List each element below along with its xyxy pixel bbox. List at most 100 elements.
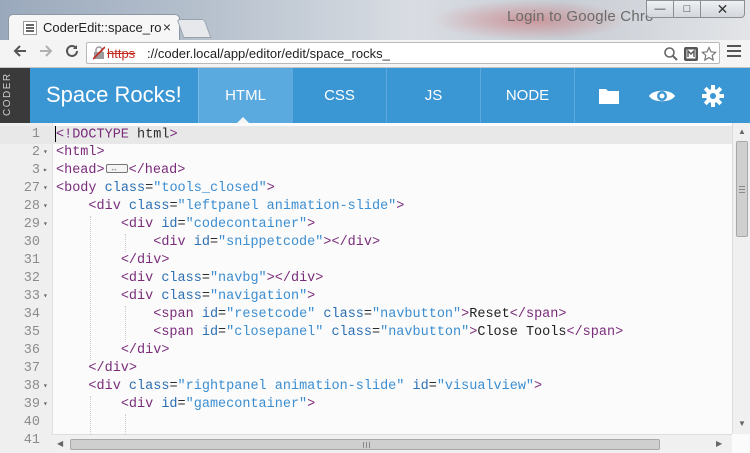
code-line[interactable]: 32 <div class="navbg"></div> [0,270,732,288]
zoom-icon[interactable] [663,46,679,62]
fold-expanded-icon[interactable]: ▾ [43,396,48,414]
line-number: 32 [23,271,40,286]
line-number: 35 [23,325,40,340]
fold-expanded-icon[interactable]: ▾ [43,180,48,198]
fold-expanded-icon[interactable]: ▾ [43,144,48,162]
line-number: 2 [31,145,40,160]
gear-icon[interactable] [701,84,725,108]
tab-js[interactable]: JS [386,68,480,123]
code-line[interactable]: 3▸ <head></head> [0,161,732,180]
reload-icon[interactable] [62,43,82,63]
code-line[interactable]: 35 <span id="closepanel" class="navbutto… [0,324,732,342]
scroll-right-arrow-icon[interactable]: ▶ [716,439,722,448]
line-number: 31 [23,253,40,268]
tab-close-icon[interactable]: × [163,19,171,35]
coder-side-strip[interactable]: CODER [0,68,30,123]
forward-arrow-icon[interactable] [36,43,56,63]
collapsed-fold-marker[interactable] [105,161,128,179]
bookmark-star-icon[interactable] [701,46,717,62]
code-text: <div class="navbg"></div> [120,271,324,286]
maximize-button[interactable]: □ [673,0,701,18]
code-text: <div class="navigation"> [120,289,316,304]
code-text: </div> [88,361,138,376]
code-line[interactable]: 33 ▾ <div class="navigation"> [0,288,732,306]
code-text: </div> [120,343,170,358]
code-line[interactable]: 28 ▾ <div class="leftpanel animation-slid… [0,198,732,216]
code-text: <div id="codecontainer"> [120,217,316,232]
broken-lock-icon[interactable] [92,46,106,60]
url-scheme: https [107,46,136,61]
code-text: <div id="snippetcode"></div> [153,235,381,250]
code-line[interactable]: 39 ▾ <div id="gamecontainer"> [0,396,732,414]
code-text: <head></head> [56,161,185,180]
tab-html[interactable]: HTML [198,68,292,123]
line-number: 38 [23,379,40,394]
code-line[interactable]: 27 ▾ <body class="tools_closed"> [0,180,732,198]
line-number: 34 [23,307,40,322]
app-navbar: CODER Space Rocks! HTML CSS JS NODE [0,68,750,123]
browser-toolbar: https ://coder.local/app/editor/edit/spa… [0,40,750,68]
close-window-button[interactable]: ✕ [700,0,745,18]
page-icon [23,21,37,35]
code-line[interactable]: 29 ▾ <div id="codecontainer"> [0,216,732,234]
tab-node[interactable]: NODE [480,68,574,123]
horizontal-scroll-thumb[interactable] [70,439,660,450]
fold-expanded-icon[interactable]: ▾ [43,288,48,306]
extension-icon[interactable] [683,46,699,62]
app-title: Space Rocks! [46,82,182,107]
line-number: 3 [31,163,40,178]
line-number: 29 [23,217,40,232]
code-text: <!DOCTYPE html> [55,126,178,143]
code-text: <span id="closepanel" class="navbutton">… [153,325,624,340]
line-number: 33 [23,289,40,304]
line-number: 28 [23,199,40,214]
code-line[interactable]: 37 </div> [0,360,732,378]
browser-menu-icon[interactable] [727,45,741,59]
line-number: 1 [31,127,40,142]
line-number: 36 [23,343,40,358]
code-text: <span id="resetcode" class="navbutton">R… [153,307,567,322]
coder-label: CODER [2,72,13,116]
fold-expanded-icon[interactable]: ▾ [43,378,48,396]
fold-collapsed-icon[interactable]: ▸ [43,162,48,180]
folder-icon[interactable] [597,84,621,108]
back-arrow-icon[interactable] [10,43,30,63]
code-line[interactable]: 38 ▾ <div class="rightpanel animation-sli… [0,378,732,396]
address-bar[interactable]: https ://coder.local/app/editor/edit/spa… [86,42,720,64]
code-line[interactable]: 40 [0,414,732,432]
vertical-scrollbar[interactable]: ▲ ▼ [732,123,750,434]
scroll-up-arrow-icon[interactable]: ▲ [738,127,746,136]
line-number: 30 [23,235,40,250]
scroll-down-arrow-icon[interactable]: ▼ [738,419,746,428]
code-editor[interactable]: 1<!DOCTYPE html>2▾<html>3▸<head></head>2… [0,123,750,453]
code-text: <body class="tools_closed"> [56,181,275,196]
profile-login-text[interactable]: Login to Google Chro [507,8,654,25]
code-line[interactable]: 1 <!DOCTYPE html> [0,126,732,144]
fold-expanded-icon[interactable]: ▾ [43,198,48,216]
vertical-scroll-thumb[interactable] [736,141,748,237]
line-number: 37 [23,361,40,376]
line-number: 41 [23,433,40,448]
line-number: 27 [23,181,40,196]
code-text: <div class="leftpanel animation-slide"> [88,199,405,214]
browser-titlebar: CoderEdit::space_rock × Login to Google … [0,0,750,40]
code-line[interactable]: 31 </div> [0,252,732,270]
horizontal-scrollbar[interactable]: ◀ ▶ [52,434,732,453]
line-number: 40 [23,415,40,430]
scroll-left-arrow-icon[interactable]: ◀ [57,439,63,448]
code-text: <div id="gamecontainer"> [120,397,316,412]
eye-icon[interactable] [648,84,675,108]
code-text: </div> [120,253,170,268]
code-line[interactable]: 34 <span id="resetcode" class="navbutton… [0,306,732,324]
fold-expanded-icon[interactable]: ▾ [43,216,48,234]
browser-tab[interactable]: CoderEdit::space_rock × [8,14,180,40]
code-line[interactable]: 36 </div> [0,342,732,360]
minimize-button[interactable]: — [646,0,674,18]
code-line[interactable]: 30 <div id="snippetcode"></div> [0,234,732,252]
tab-css[interactable]: CSS [292,68,386,123]
new-tab-button[interactable] [176,19,212,38]
code-line[interactable]: 2 ▾ <html> [0,144,732,162]
code-text: <html> [56,145,105,160]
coder-app: CODER Space Rocks! HTML CSS JS NODE 1 <!… [0,68,750,453]
line-number: 39 [23,397,40,412]
